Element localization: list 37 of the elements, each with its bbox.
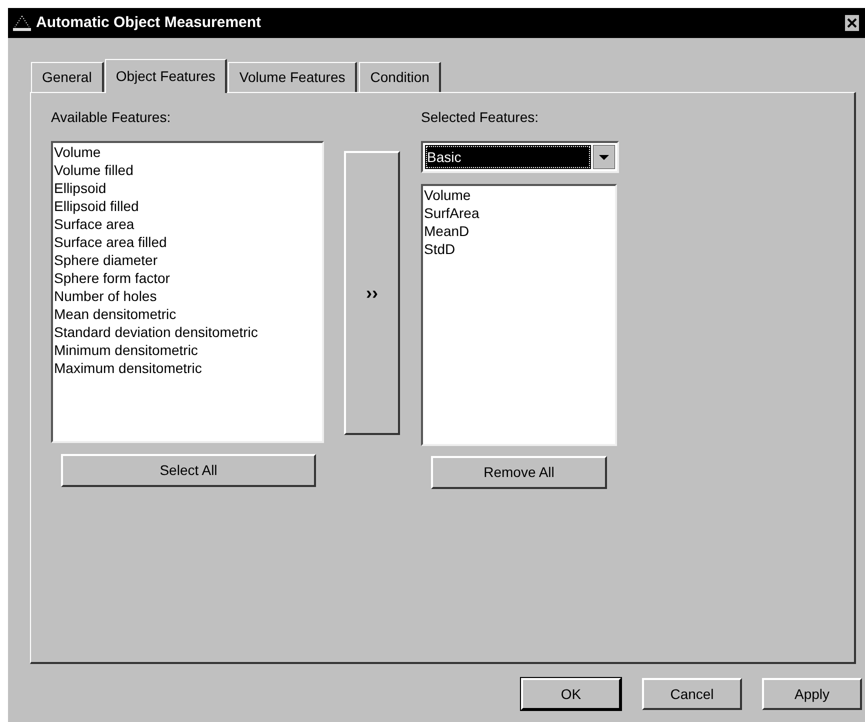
window-title: Automatic Object Measurement (36, 12, 262, 33)
dialog-button[interactable]: OK (521, 678, 621, 710)
tab[interactable]: Volume Features (228, 62, 358, 92)
list-item[interactable]: Volume filled (54, 161, 134, 179)
dropdown-arrow-icon[interactable] (593, 145, 615, 169)
list-item[interactable]: Surface area filled (54, 233, 167, 251)
preset-dropdown[interactable]: Basic (421, 141, 619, 173)
list-item[interactable]: Volume (424, 186, 471, 204)
tab[interactable]: General (31, 62, 104, 92)
list-item[interactable]: Ellipsoid filled (54, 197, 139, 215)
list-item[interactable]: Mean densitometric (54, 305, 176, 323)
dropdown-value: Basic (425, 145, 591, 169)
available-features-list[interactable] (51, 141, 324, 443)
dialog-button[interactable]: Apply (762, 678, 862, 710)
available-features-label: Available Features: (51, 108, 172, 127)
tab[interactable]: Condition (359, 62, 442, 92)
list-item[interactable]: SurfArea (424, 204, 480, 222)
select-all-button[interactable]: Select All (61, 454, 316, 487)
list-item[interactable]: StdD (424, 240, 456, 258)
dialog-button[interactable]: Cancel (642, 678, 742, 710)
remove-all-button[interactable]: Remove All (431, 456, 607, 489)
list-item[interactable]: Sphere diameter (54, 251, 158, 269)
list-item[interactable]: Sphere form factor (54, 269, 170, 287)
close-icon[interactable] (845, 15, 859, 31)
list-item[interactable]: Standard deviation densitometric (54, 323, 258, 341)
list-item[interactable]: Ellipsoid (54, 179, 106, 197)
selected-features-list[interactable]: Volume SurfArea MeanD StdD (421, 184, 617, 446)
list-item[interactable]: Volume (54, 143, 101, 161)
list-item[interactable]: Minimum densitometric (54, 341, 198, 359)
list-item[interactable]: Number of holes (54, 287, 157, 305)
list-item[interactable]: MeanD (424, 222, 470, 240)
app-icon (12, 14, 32, 32)
list-item[interactable]: Maximum densitometric (54, 359, 202, 377)
tab[interactable]: Object Features (104, 59, 228, 93)
add-features-button[interactable]: ›› (344, 151, 400, 435)
list-item[interactable]: Surface area (54, 215, 134, 233)
selected-features-label: Selected Features: (421, 108, 540, 127)
